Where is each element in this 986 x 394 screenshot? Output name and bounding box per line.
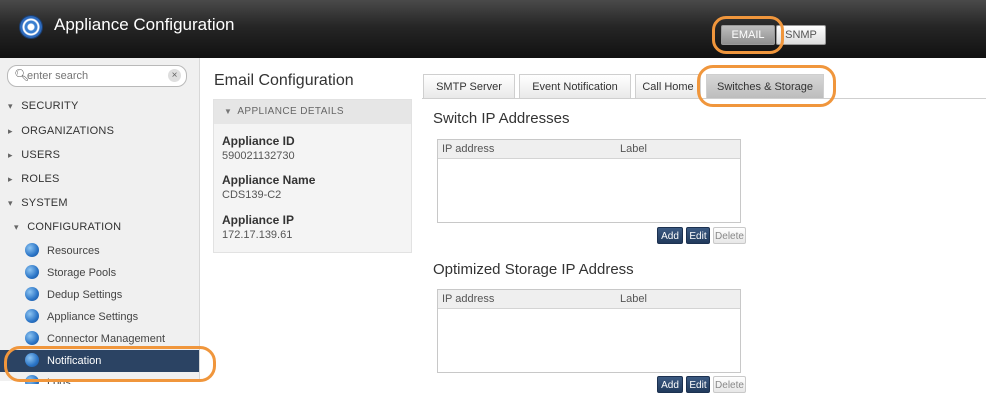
switch-ip-table[interactable]: IP address Label xyxy=(437,139,741,223)
appliance-ip-label: Appliance IP xyxy=(222,213,295,227)
sidebar-item-label: Dedup Settings xyxy=(47,289,123,301)
tab-smtp-server[interactable]: SMTP Server xyxy=(423,74,515,98)
switch-delete-button[interactable]: Delete xyxy=(713,227,746,244)
tab-email[interactable]: EMAIL xyxy=(721,25,775,45)
sidebar-item-label: Logs xyxy=(47,377,71,384)
column-ip-address[interactable]: IP address xyxy=(442,140,494,158)
sidebar-item-label: ROLES xyxy=(21,173,60,185)
search-input[interactable] xyxy=(27,68,157,83)
appliance-id-label: Appliance ID xyxy=(222,134,295,148)
globe-icon xyxy=(25,309,39,323)
sidebar-item-roles[interactable]: ▸ ROLES xyxy=(0,168,207,190)
sidebar-item-users[interactable]: ▸ USERS xyxy=(0,144,207,166)
globe-icon xyxy=(25,243,39,257)
tab-snmp[interactable]: SNMP xyxy=(776,25,826,45)
switch-edit-button[interactable]: Edit xyxy=(686,227,710,244)
appliance-details-header[interactable]: ▼ APPLIANCE DETAILS xyxy=(214,100,411,124)
storage-edit-button[interactable]: Edit xyxy=(686,376,710,393)
sidebar-item-logs[interactable]: Logs xyxy=(0,372,199,384)
sidebar-item-label: CONFIGURATION xyxy=(27,221,122,233)
appliance-id-value: 590021132730 xyxy=(222,150,295,162)
tab-event-notification[interactable]: Event Notification xyxy=(519,74,631,98)
storage-add-button[interactable]: Add xyxy=(657,376,683,393)
sidebar-item-configuration[interactable]: ▾ CONFIGURATION xyxy=(0,216,213,238)
table-header: IP address Label xyxy=(438,140,740,159)
switch-add-button[interactable]: Add xyxy=(657,227,683,244)
chevron-right-icon: ▸ xyxy=(8,174,13,184)
chevron-right-icon: ▸ xyxy=(8,150,13,160)
sidebar-item-label: SECURITY xyxy=(21,100,79,112)
sidebar-item-label: Storage Pools xyxy=(47,267,117,279)
sidebar: 🔍︎ × ▾ SECURITY ▸ ORGANIZATIONS ▸ USERS … xyxy=(0,58,200,384)
globe-icon xyxy=(25,265,39,279)
sidebar-item-label: Appliance Settings xyxy=(47,311,139,323)
storage-ip-title: Optimized Storage IP Address xyxy=(433,261,634,278)
storage-ip-table[interactable]: IP address Label xyxy=(437,289,741,373)
chevron-right-icon: ▸ xyxy=(8,126,13,136)
tab-call-home[interactable]: Call Home xyxy=(635,74,701,98)
app-header: Appliance Configuration EMAIL SNMP xyxy=(0,0,986,58)
page-title: Email Configuration xyxy=(214,72,354,89)
appliance-details-panel: ▼ APPLIANCE DETAILS Appliance ID 59002113… xyxy=(213,99,412,253)
globe-icon xyxy=(25,331,39,345)
sidebar-item-system[interactable]: ▾ SYSTEM xyxy=(0,192,207,214)
app-title: Appliance Configuration xyxy=(54,15,235,34)
globe-icon xyxy=(25,353,39,367)
sidebar-item-organizations[interactable]: ▸ ORGANIZATIONS xyxy=(0,120,207,142)
globe-icon xyxy=(25,375,39,384)
sidebar-item-label: Connector Management xyxy=(47,333,166,345)
sidebar-item-resources[interactable]: Resources xyxy=(0,240,199,262)
sidebar-item-label: Notification xyxy=(47,355,102,367)
table-header: IP address Label xyxy=(438,290,740,309)
chevron-down-icon: ▾ xyxy=(8,101,13,111)
details-header-label: APPLIANCE DETAILS xyxy=(237,106,344,117)
sidebar-item-connector-management[interactable]: Connector Management xyxy=(0,328,199,350)
chevron-down-icon: ▾ xyxy=(14,222,19,232)
globe-icon xyxy=(25,287,39,301)
chevron-down-icon: ▾ xyxy=(8,198,13,208)
sidebar-item-security[interactable]: ▾ SECURITY xyxy=(0,95,207,117)
storage-delete-button[interactable]: Delete xyxy=(713,376,746,393)
sidebar-item-storage-pools[interactable]: Storage Pools xyxy=(0,262,199,284)
column-label[interactable]: Label xyxy=(620,290,647,308)
appliance-name-label: Appliance Name xyxy=(222,173,316,187)
appliance-name-value: CDS139-C2 xyxy=(222,189,282,201)
column-ip-address[interactable]: IP address xyxy=(442,290,494,308)
sidebar-item-label: SYSTEM xyxy=(21,197,68,209)
tab-switches-storage[interactable]: Switches & Storage xyxy=(706,74,824,98)
appliance-ip-value: 172.17.139.61 xyxy=(222,229,293,241)
switch-ip-title: Switch IP Addresses xyxy=(433,110,570,127)
collapse-triangle-icon: ▼ xyxy=(224,107,233,116)
sidebar-item-label: Resources xyxy=(47,245,100,257)
sidebar-item-dedup-settings[interactable]: Dedup Settings xyxy=(0,284,199,306)
sidebar-item-label: ORGANIZATIONS xyxy=(21,125,115,137)
sidebar-item-appliance-settings[interactable]: Appliance Settings xyxy=(0,306,199,328)
tabs-divider xyxy=(422,98,986,99)
search-box[interactable]: 🔍︎ × xyxy=(7,65,187,87)
sidebar-item-notification[interactable]: Notification xyxy=(0,350,199,372)
sidebar-item-label: USERS xyxy=(21,149,61,161)
column-label[interactable]: Label xyxy=(620,140,647,158)
app-logo-icon xyxy=(20,16,42,38)
clear-search-icon[interactable]: × xyxy=(168,69,181,82)
